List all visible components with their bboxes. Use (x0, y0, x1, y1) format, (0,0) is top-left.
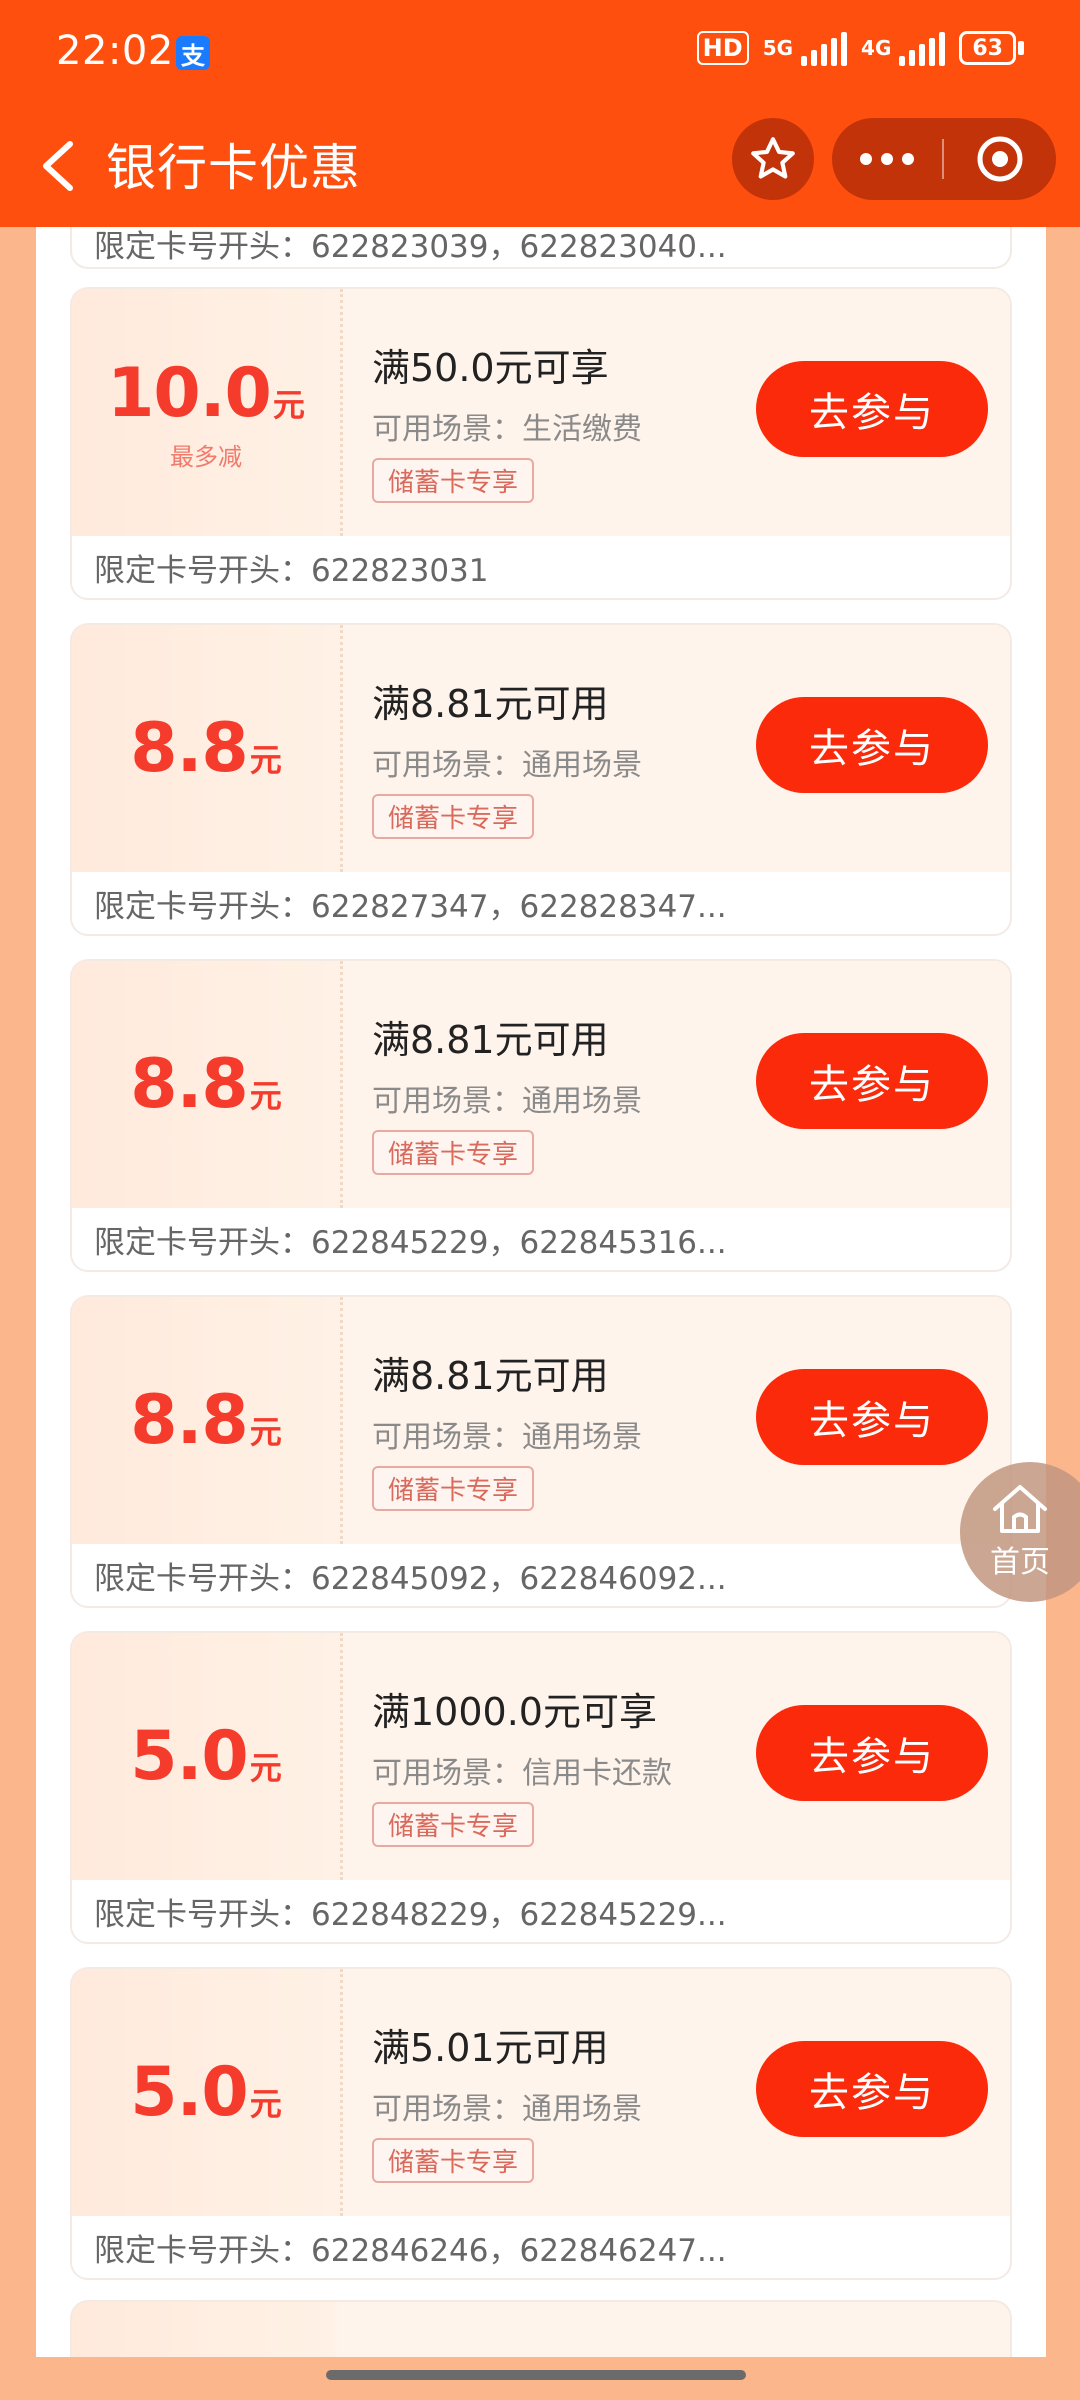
home-float-label: 首页 (990, 1545, 1050, 1580)
debit-card-tag: 储蓄卡专享 (372, 1130, 535, 1175)
coupon-amount-unit: 元 (249, 1077, 282, 1115)
close-miniapp-button[interactable] (944, 118, 1056, 200)
join-button[interactable]: 去参与 (756, 1033, 988, 1129)
coupon-scene: 可用场景：生活缴费 (372, 412, 642, 447)
target-icon (977, 136, 1023, 182)
coupon-card-partial: 限定卡号开头：622823039，622823040... (70, 227, 1012, 269)
join-button[interactable]: 去参与 (756, 361, 988, 457)
app-header: 银行卡优惠 (0, 110, 1080, 227)
coupon-amount-panel: 10.0 元 最多减 (72, 289, 340, 536)
coupon-card: 5.0 元 满5.01元可用 可用场景：通用场景 储蓄卡专享 去参与 限定卡号开… (70, 1967, 1012, 2280)
coupon-amount-unit: 元 (249, 2085, 282, 2123)
coupon-amount-unit: 元 (249, 741, 282, 779)
coupon-info: 满5.01元可用 可用场景：通用场景 储蓄卡专享 (372, 2017, 642, 2183)
more-button[interactable] (832, 118, 942, 200)
debit-card-tag: 储蓄卡专享 (372, 1466, 535, 1511)
coupon-scene: 可用场景：通用场景 (372, 1420, 642, 1455)
perforation-divider (340, 1633, 343, 1880)
coupon-card: 10.0 元 最多减 满50.0元可享 可用场景：生活缴费 储蓄卡专享 去参与 … (70, 287, 1012, 600)
coupon-amount: 5.0 (130, 1717, 248, 1796)
coupon-amount: 8.8 (130, 1045, 248, 1124)
perforation-divider (340, 625, 343, 872)
coupon-info: 满8.81元可用 可用场景：通用场景 储蓄卡专享 (372, 1009, 642, 1175)
page-title: 银行卡优惠 (106, 139, 361, 197)
coupon-amount-unit: 元 (249, 1749, 282, 1787)
perforation-divider (340, 961, 343, 1208)
battery-level: 63 (959, 31, 1016, 65)
status-indicators: HD 5G 4G 63 (696, 30, 1024, 66)
coupon-condition: 满8.81元可用 (372, 682, 609, 726)
coupon-amount-panel: 8.8 元 (72, 625, 340, 872)
perforation-divider (340, 1297, 343, 1544)
coupon-condition: 满50.0元可享 (372, 346, 609, 390)
debit-card-tag: 储蓄卡专享 (372, 1802, 535, 1847)
chevron-left-icon (43, 141, 73, 191)
debit-card-tag: 储蓄卡专享 (372, 794, 535, 839)
coupon-amount-panel: 5.0 元 (72, 1633, 340, 1880)
coupon-scene: 可用场景：通用场景 (372, 748, 642, 783)
coupon-scene: 可用场景：通用场景 (372, 1084, 642, 1119)
debit-card-tag: 储蓄卡专享 (372, 458, 535, 503)
alipay-notification-icon: 支 (176, 36, 210, 70)
card-prefix-text: 限定卡号开头：622846246，622846247... (72, 2216, 1010, 2278)
coupon-scene: 可用场景：通用场景 (372, 2092, 642, 2127)
back-button[interactable] (28, 136, 88, 196)
coupon-card: 8.8 元 满8.81元可用 可用场景：通用场景 储蓄卡专享 去参与 限定卡号开… (70, 959, 1012, 1272)
card-prefix-text: 限定卡号开头：622823031 (72, 536, 1010, 598)
coupon-amount: 8.8 (130, 1381, 248, 1460)
coupon-amount: 10.0 (107, 353, 272, 433)
card-prefix-text: 限定卡号开头：622823039，622823040... (94, 229, 727, 265)
star-icon (751, 137, 795, 179)
hd-call-icon: HD (696, 31, 749, 65)
home-icon (993, 1485, 1047, 1533)
coupon-condition: 满8.81元可用 (372, 1354, 609, 1398)
coupon-amount: 8.8 (130, 709, 248, 788)
card-prefix-text: 限定卡号开头：622827347，622828347... (72, 872, 1010, 934)
join-button[interactable]: 去参与 (756, 2041, 988, 2137)
coupon-amount-sub: 最多减 (170, 442, 242, 471)
coupon-info: 满8.81元可用 可用场景：通用场景 储蓄卡专享 (372, 673, 642, 839)
coupon-amount-panel: 8.8 元 (72, 1297, 340, 1544)
coupon-amount-panel: 8.8 元 (72, 961, 340, 1208)
coupon-list[interactable]: 限定卡号开头：622823039，622823040... 10.0 元 最多减… (36, 227, 1046, 2357)
coupon-condition: 满5.01元可用 (372, 2026, 609, 2070)
miniapp-capsule (832, 118, 1056, 200)
coupon-info: 满50.0元可享 可用场景：生活缴费 储蓄卡专享 (372, 337, 642, 503)
coupon-amount: 5.0 (130, 2053, 248, 2132)
network-4g-label: 4G (861, 36, 892, 60)
coupon-amount-unit: 元 (272, 385, 305, 424)
coupon-condition: 满1000.0元可享 (372, 1690, 657, 1734)
coupon-card: 8.8 元 满8.81元可用 可用场景：通用场景 储蓄卡专享 去参与 限定卡号开… (70, 623, 1012, 936)
join-button[interactable]: 去参与 (756, 1705, 988, 1801)
coupon-scene: 可用场景：信用卡还款 (372, 1756, 672, 1791)
signal-icon (899, 30, 946, 66)
perforation-divider (340, 1969, 343, 2216)
more-dots-icon (860, 153, 914, 165)
coupon-amount-unit: 元 (249, 1413, 282, 1451)
coupon-info: 满8.81元可用 可用场景：通用场景 储蓄卡专享 (372, 1345, 642, 1511)
card-prefix-text: 限定卡号开头：622848229，622845229... (72, 1880, 1010, 1942)
status-time: 22:02 (56, 28, 174, 74)
network-5g-label: 5G (762, 36, 794, 60)
card-prefix-text: 限定卡号开头：622845092，622846092... (72, 1544, 1010, 1606)
status-bar: 22:02 支 HD 5G 4G 63 (0, 0, 1080, 110)
card-prefix-text: 限定卡号开头：622845229，622845316... (72, 1208, 1010, 1270)
coupon-amount-panel: 5.0 元 (72, 1969, 340, 2216)
gesture-bar[interactable] (326, 2370, 746, 2380)
favorite-button[interactable] (732, 118, 814, 200)
coupon-card-partial (70, 2300, 1012, 2357)
battery-icon: 63 (959, 31, 1024, 65)
coupon-info: 满1000.0元可享 可用场景：信用卡还款 储蓄卡专享 (372, 1681, 672, 1847)
perforation-divider (340, 289, 343, 536)
coupon-card: 8.8 元 满8.81元可用 可用场景：通用场景 储蓄卡专享 去参与 限定卡号开… (70, 1295, 1012, 1608)
coupon-card: 5.0 元 满1000.0元可享 可用场景：信用卡还款 储蓄卡专享 去参与 限定… (70, 1631, 1012, 1944)
join-button[interactable]: 去参与 (756, 1369, 988, 1465)
debit-card-tag: 储蓄卡专享 (372, 2138, 535, 2183)
join-button[interactable]: 去参与 (756, 697, 988, 793)
signal-icon (801, 30, 848, 66)
coupon-condition: 满8.81元可用 (372, 1018, 609, 1062)
